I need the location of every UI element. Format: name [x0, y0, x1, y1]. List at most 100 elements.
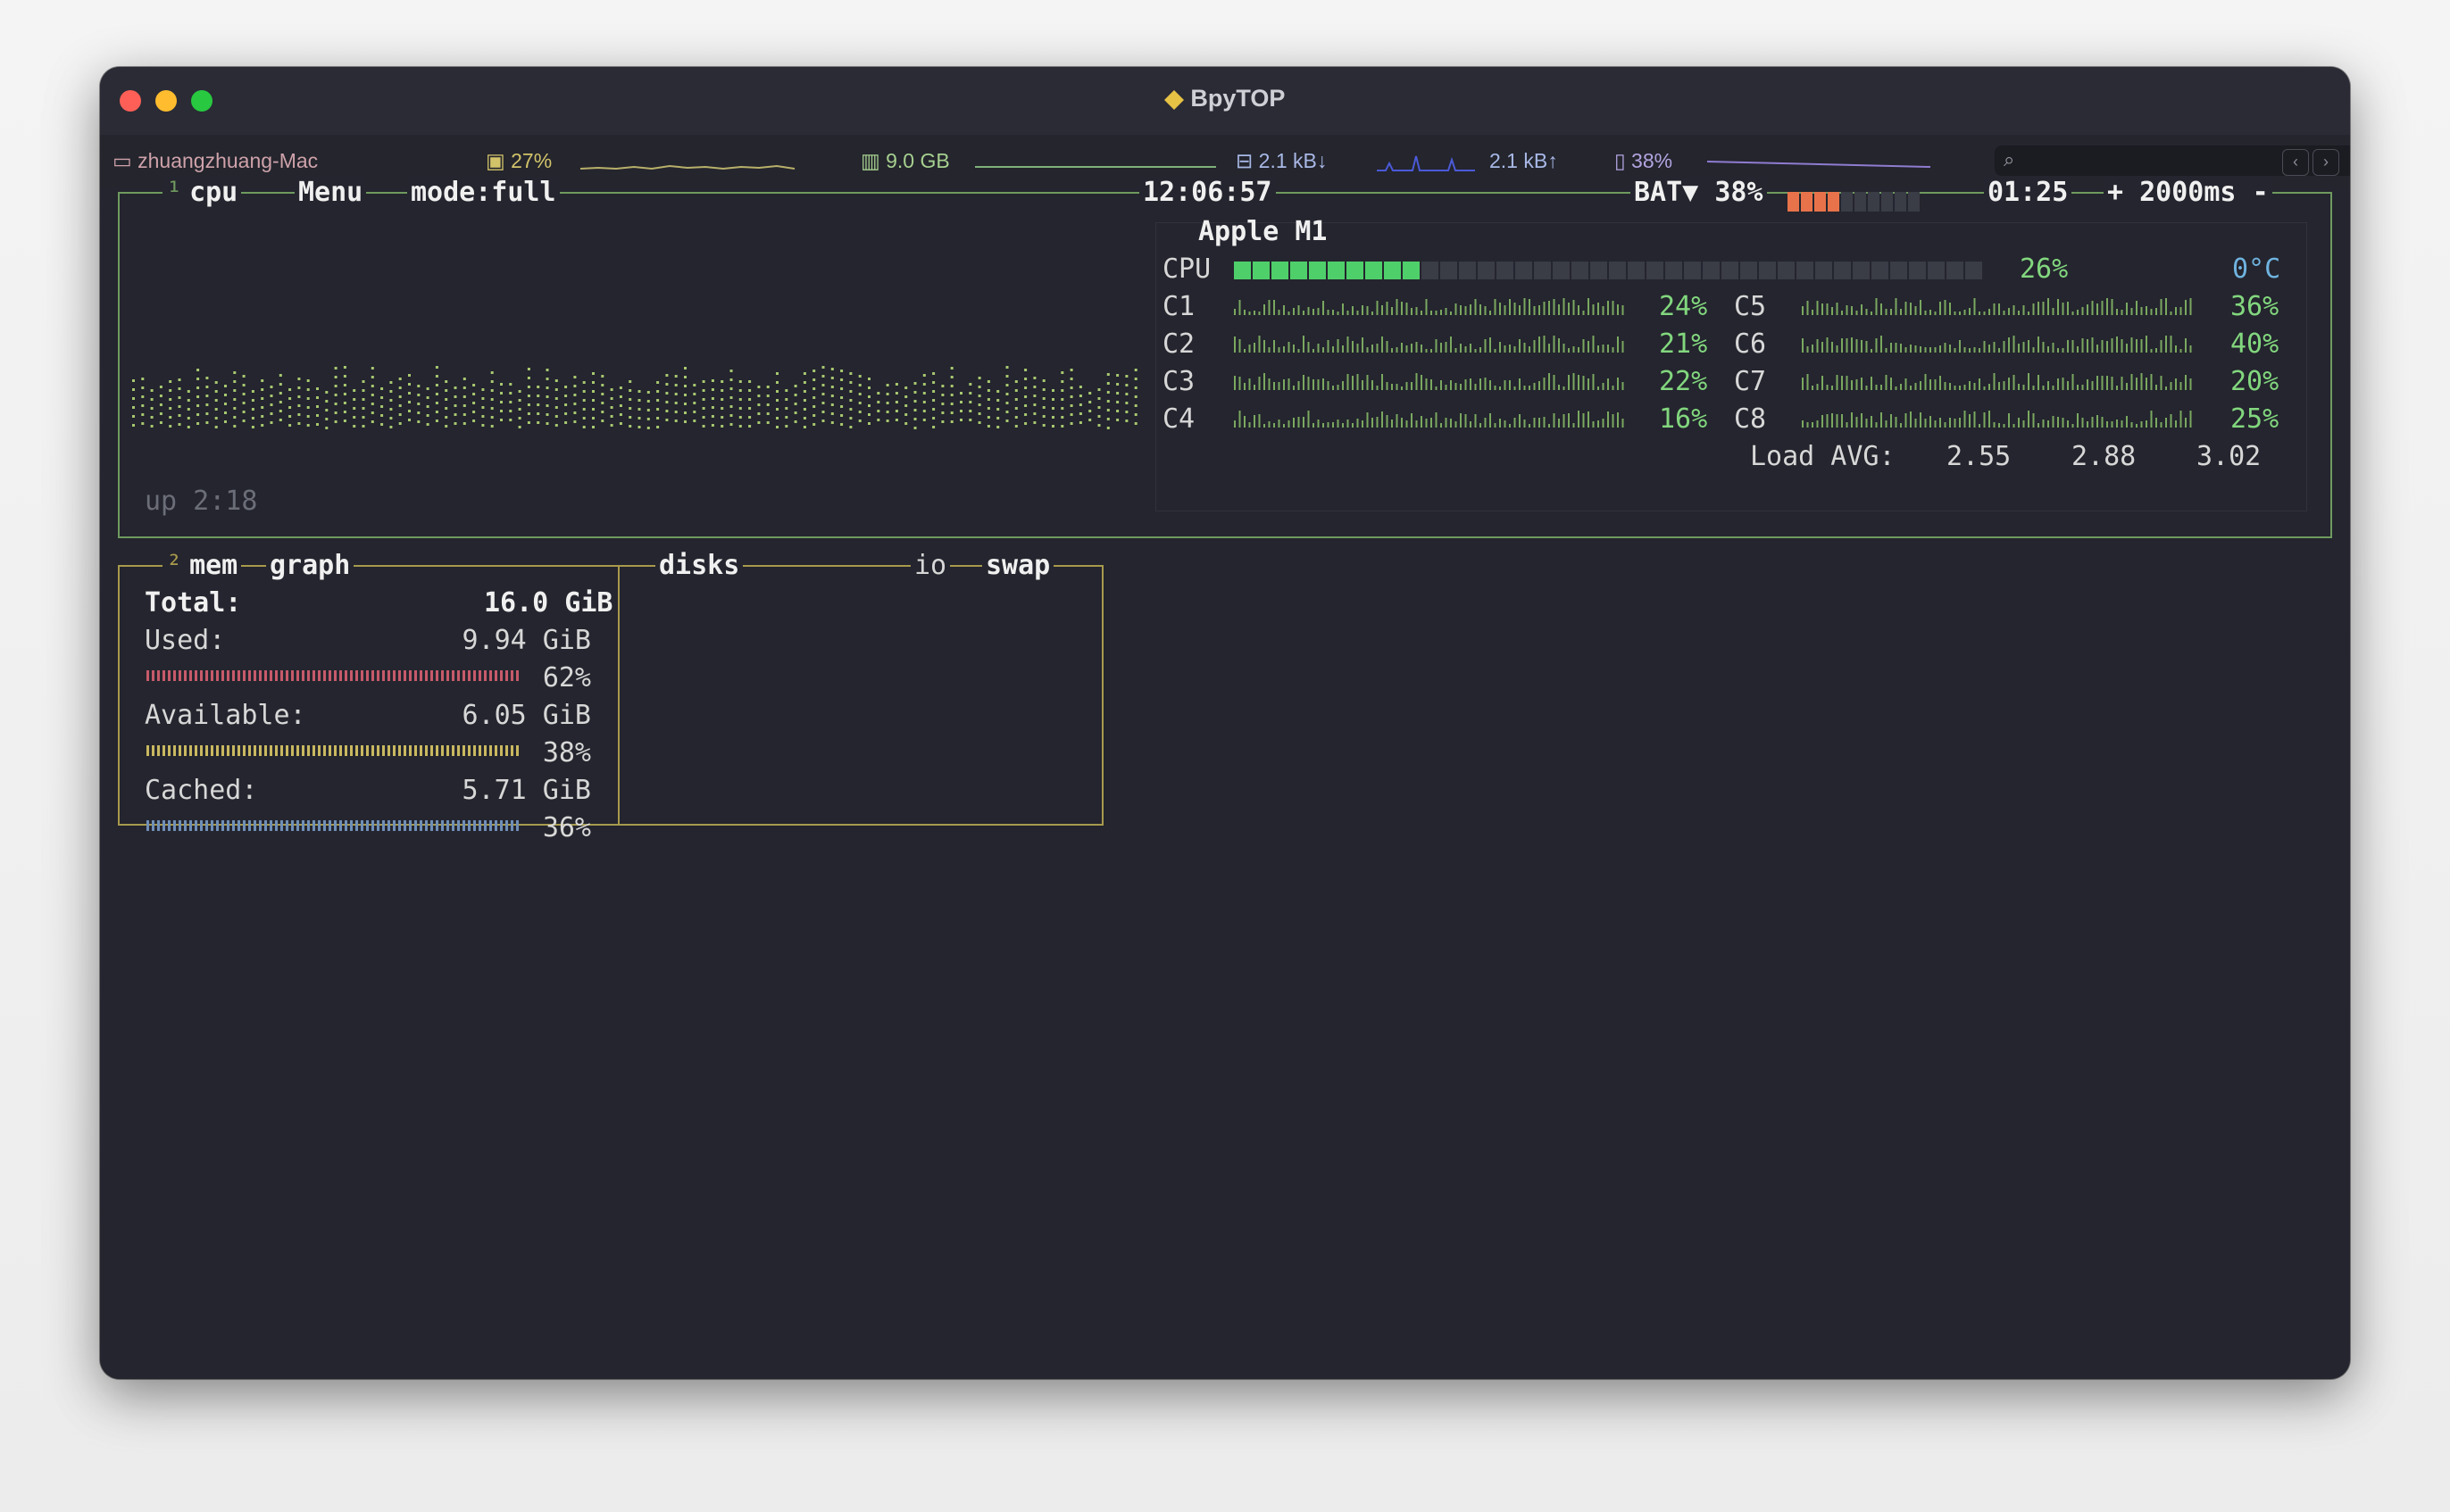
cpu-graph-dot [500, 401, 503, 403]
cpu-graph-dot [343, 411, 346, 413]
core-graph-bar [1523, 420, 1526, 428]
core-graph-bar [2038, 375, 2039, 390]
cpu-graph-dot [868, 378, 871, 380]
cpu-graph-dot [766, 412, 770, 415]
core-graph-bar [1366, 306, 1369, 315]
memory-status-item[interactable]: ▥ 9.0 GB [861, 149, 950, 173]
core-graph-bar [2130, 422, 2133, 428]
core-graph-bar [2155, 348, 2157, 353]
cpu-graph-dot [509, 419, 512, 421]
core-graph-bar [1846, 305, 1848, 315]
cpu-graph-dot [196, 413, 200, 416]
core-graph-bar [1293, 308, 1295, 315]
core-graph-bar [2071, 374, 2074, 390]
cpu-meter-cell [1384, 262, 1401, 279]
core-graph-bar [1939, 418, 1941, 428]
cpu-graph-dot [306, 424, 310, 427]
cpu-graph-dot [270, 421, 273, 424]
cpu-graph-dot [242, 411, 246, 413]
core-graph-bar [1337, 420, 1339, 428]
cpu-graph-dot [868, 404, 871, 407]
cpu-graph-dot [1134, 369, 1138, 371]
host-item[interactable]: ▭ zhuangzhuang-Mac [112, 149, 318, 173]
cpu-graph-dot [830, 377, 834, 379]
cpu-graph-dot [794, 420, 797, 423]
mem-tab[interactable]: mem [186, 550, 242, 581]
cpu-graph-dot [1088, 392, 1092, 395]
cpu-graph-dot [518, 390, 521, 393]
cpu-status-item[interactable]: ▣ 27% [486, 149, 552, 173]
interval-increase-button[interactable]: + [2107, 177, 2123, 208]
cpu-graph-dot [196, 369, 200, 371]
core-graph-bar [1910, 303, 1912, 315]
core-graph-bar [2003, 341, 2005, 353]
cpu-graph-dot [830, 395, 834, 397]
core-graph-bar [1371, 345, 1373, 353]
core-graph-bar [1303, 311, 1304, 315]
nav-back-button[interactable]: ‹ [2282, 149, 2309, 176]
cpu-graph-dot [481, 406, 485, 409]
net-down-status-item[interactable]: ⊟ 2.1 kB↓ [1236, 149, 1327, 173]
disks-tab[interactable]: disks [655, 547, 744, 585]
python-logo-icon: ◆ [1164, 85, 1184, 112]
core-graph-bar [1826, 303, 1829, 315]
cpu-graph-dot [297, 386, 301, 389]
mode-button[interactable]: mode:full [407, 174, 560, 212]
core-graph-bar [1929, 379, 1931, 390]
cpu-graph-dot [1061, 416, 1064, 419]
core-graph-bar [1939, 302, 1941, 315]
core-graph-bar [2091, 301, 2094, 315]
cpu-graph-dot [288, 424, 292, 427]
cpu-meter-cell [1346, 262, 1363, 279]
core-graph-bar [1470, 304, 1471, 315]
menu-button[interactable]: Menu [295, 174, 367, 212]
cpu-graph-dot [711, 406, 714, 409]
cpu-graph-dot [1125, 384, 1129, 386]
core-graph-bar [1885, 309, 1888, 315]
cpu-graph-dot [665, 410, 669, 412]
cpu-graph-dot [261, 379, 264, 382]
swap-toggle[interactable]: swap [982, 547, 1054, 585]
cpu-graph-dot [721, 407, 724, 410]
net-up-status-item[interactable]: 2.1 kB↑ [1489, 149, 1558, 173]
cpu-graph-dot [821, 375, 825, 378]
nav-forward-button[interactable]: › [2312, 149, 2339, 176]
cpu-graph-dot [1106, 373, 1110, 376]
cpu-graph-dot [950, 420, 954, 423]
cpu-meter-cell [1965, 262, 1982, 279]
core-graph-bar [1337, 385, 1339, 390]
mem-graph-bar [420, 820, 422, 831]
cpu-graph-dot [343, 384, 346, 386]
cpu-graph-dot [297, 422, 301, 425]
core-graph-bar [1263, 424, 1265, 428]
cpu-graph-dot [702, 398, 705, 401]
core-graph-bar [1263, 340, 1265, 353]
io-toggle[interactable]: io [911, 547, 951, 585]
cpu-graph-dot [141, 395, 145, 398]
cpu-graph-dot [325, 400, 329, 403]
cpu-tab[interactable]: cpu [186, 177, 242, 208]
interval-decrease-button[interactable]: - [2253, 177, 2269, 208]
core-graph-bar [2116, 386, 2118, 390]
core-graph-bar [1401, 418, 1403, 428]
cpu-graph-dot [868, 386, 871, 389]
core-graph-bar [1489, 311, 1491, 315]
cpu-graph-dot [1014, 416, 1018, 419]
core-graph-bar [1855, 379, 1858, 390]
mem-graph-bar [152, 820, 154, 831]
mem-graph-toggle[interactable]: graph [266, 547, 354, 585]
cpu-graph-dot [665, 401, 669, 403]
core-graph-bar [1621, 305, 1624, 315]
cpu-graph-dot [316, 423, 319, 426]
laptop-icon: ▭ [112, 149, 138, 172]
mem-graph-bar [452, 820, 454, 831]
core-graph-bar [1924, 311, 1927, 315]
core-graph-bar [2185, 418, 2187, 428]
core-graph-bar [1816, 384, 1819, 390]
mem-graph-bar [339, 820, 342, 831]
cpu-graph-dot [776, 408, 779, 411]
cpu-model: Apple M1 [1198, 216, 1328, 247]
core-graph-bar [1381, 336, 1383, 353]
mem-graph-bar [409, 670, 412, 681]
battery-status-item[interactable]: ▯ 38% [1614, 149, 1672, 173]
